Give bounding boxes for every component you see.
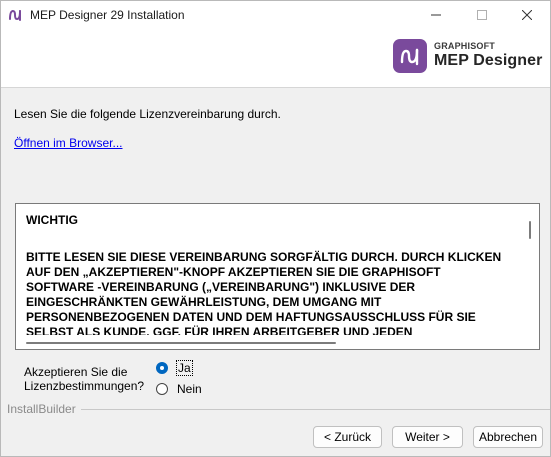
accept-no-option[interactable]: Nein (156, 382, 202, 396)
title-bar[interactable]: MEP Designer 29 Installation (1, 1, 550, 29)
brand-product: MEP Designer (434, 52, 543, 69)
radio-no-label[interactable]: Nein (177, 382, 202, 396)
mep-designer-icon (9, 9, 21, 21)
instruction-text: Lesen Sie die folgende Lizenzvereinbarun… (14, 107, 281, 121)
vertical-scroll-thumb[interactable] (529, 221, 531, 239)
radio-yes[interactable] (156, 362, 168, 374)
maximize-button[interactable] (459, 1, 505, 29)
header-banner: GRAPHISOFT MEP Designer (1, 29, 550, 88)
license-text-area[interactable]: WICHTIG BITTE LESEN SIE DIESE VEREINBARU… (15, 203, 540, 350)
radio-no[interactable] (156, 383, 168, 395)
license-content: WICHTIG BITTE LESEN SIE DIESE VEREINBARU… (26, 213, 511, 340)
installer-window: MEP Designer 29 Installation GRAPHISOFT … (0, 0, 551, 457)
radio-yes-label[interactable]: Ja (176, 360, 193, 376)
accept-question-line2: Lizenzbestimmungen? (24, 379, 145, 393)
mep-designer-logo-icon (393, 39, 427, 73)
license-line: AUF DEN „AKZEPTIEREN"-KNOPF AKZEPTIEREN … (26, 265, 441, 279)
minimize-button[interactable] (413, 1, 459, 29)
footer-divider (81, 409, 550, 410)
back-button[interactable]: < Zurück (313, 426, 382, 448)
open-in-browser-link[interactable]: Öffnen im Browser... (14, 136, 123, 150)
license-line: EINGESCHRÄNKTEN GEWÄHRLEISTUNG, DEM UMGA… (26, 295, 382, 309)
accept-question-line1: Akzeptieren Sie die (24, 365, 128, 379)
logo-mark-icon (400, 48, 419, 66)
close-icon (522, 10, 532, 20)
license-heading: WICHTIG (26, 213, 78, 227)
horizontal-scrollbar[interactable] (16, 335, 522, 348)
vertical-scrollbar[interactable] (522, 204, 538, 334)
close-button[interactable] (504, 1, 550, 29)
brand-company: GRAPHISOFT (434, 41, 496, 51)
installbuilder-label: InstallBuilder (7, 402, 76, 416)
accept-yes-option[interactable]: Ja (156, 360, 193, 376)
license-line: BITTE LESEN SIE DIESE VEREINBARUNG SORGF… (26, 250, 502, 264)
license-line: SOFTWARE -VEREINBARUNG („VEREINBARUNG") … (26, 280, 416, 294)
license-line: PERSONENBEZOGENEN DATEN UND DEM HAFTUNGS… (26, 310, 476, 324)
maximize-icon (477, 10, 487, 20)
accept-question: Akzeptieren Sie die Lizenzbestimmungen? (24, 365, 144, 393)
next-button[interactable]: Weiter > (392, 426, 463, 448)
minimize-icon (431, 14, 441, 16)
cancel-button[interactable]: Abbrechen (473, 426, 543, 448)
window-title: MEP Designer 29 Installation (30, 8, 185, 22)
horizontal-scroll-thumb[interactable] (26, 342, 336, 344)
